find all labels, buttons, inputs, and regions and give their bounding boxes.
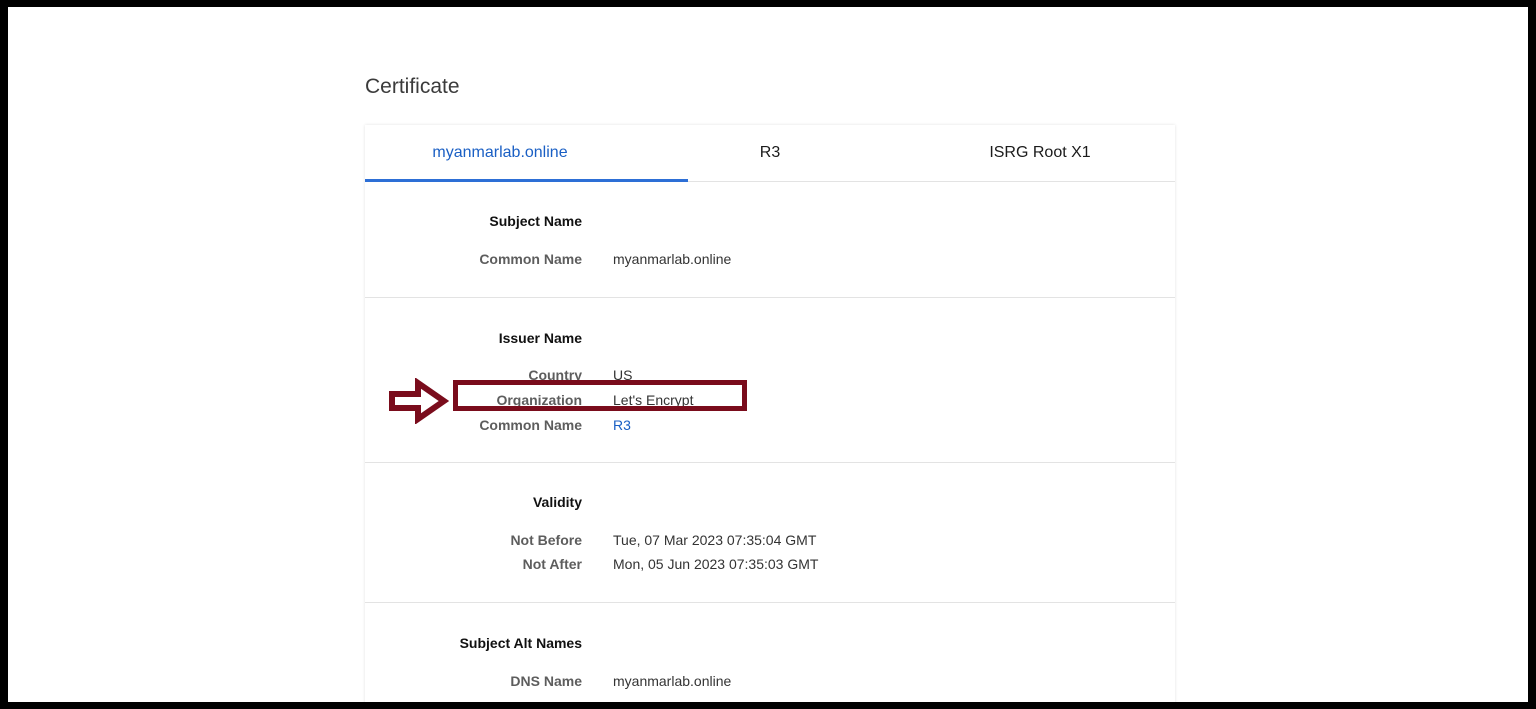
not-before-row: Not Before Tue, 07 Mar 2023 07:35:04 GMT [365,532,1175,554]
not-after-row: Not After Mon, 05 Jun 2023 07:35:03 GMT [365,556,1175,578]
subject-alt-names-section: Subject Alt Names DNS Name myanmarlab.on… [365,603,1175,702]
row-value: myanmarlab.online [613,251,732,267]
issuer-common-name-link[interactable]: R3 [613,417,631,433]
dns-name-row: DNS Name myanmarlab.online [365,673,1175,695]
issuer-common-name-row: Common Name R3 [365,417,1175,439]
page-title: Certificate [365,75,460,98]
subject-common-name-row: Common Name myanmarlab.online [365,251,1175,273]
row-value: Mon, 05 Jun 2023 07:35:03 GMT [613,556,819,572]
row-value: myanmarlab.online [613,673,732,689]
section-title-subject-name: Subject Name [489,213,582,229]
row-label: Not After [522,556,582,572]
highlight-box [453,380,747,411]
subject-name-section: Subject Name Common Name myanmarlab.onli… [365,182,1175,298]
row-label: Not Before [510,532,582,548]
certificate-tabs: myanmarlab.online R3 ISRG Root X1 [365,125,1175,182]
browser-viewport: Certificate myanmarlab.online R3 ISRG Ro… [8,7,1528,702]
section-title-validity: Validity [532,494,582,510]
certificate-card: myanmarlab.online R3 ISRG Root X1 Subjec… [365,125,1175,702]
tab-isrg-root-x1[interactable]: ISRG Root X1 [905,125,1175,181]
row-label: Common Name [479,251,582,267]
row-label: DNS Name [510,673,582,689]
tab-myanmarlab-online[interactable]: myanmarlab.online [365,125,688,182]
tab-r3[interactable]: R3 [635,125,905,181]
section-title-issuer-name: Issuer Name [498,330,582,346]
right-arrow-icon [389,378,449,424]
section-title-subject-alt-names: Subject Alt Names [459,635,582,651]
row-value: Tue, 07 Mar 2023 07:35:04 GMT [613,532,817,548]
validity-section: Validity Not Before Tue, 07 Mar 2023 07:… [365,463,1175,603]
